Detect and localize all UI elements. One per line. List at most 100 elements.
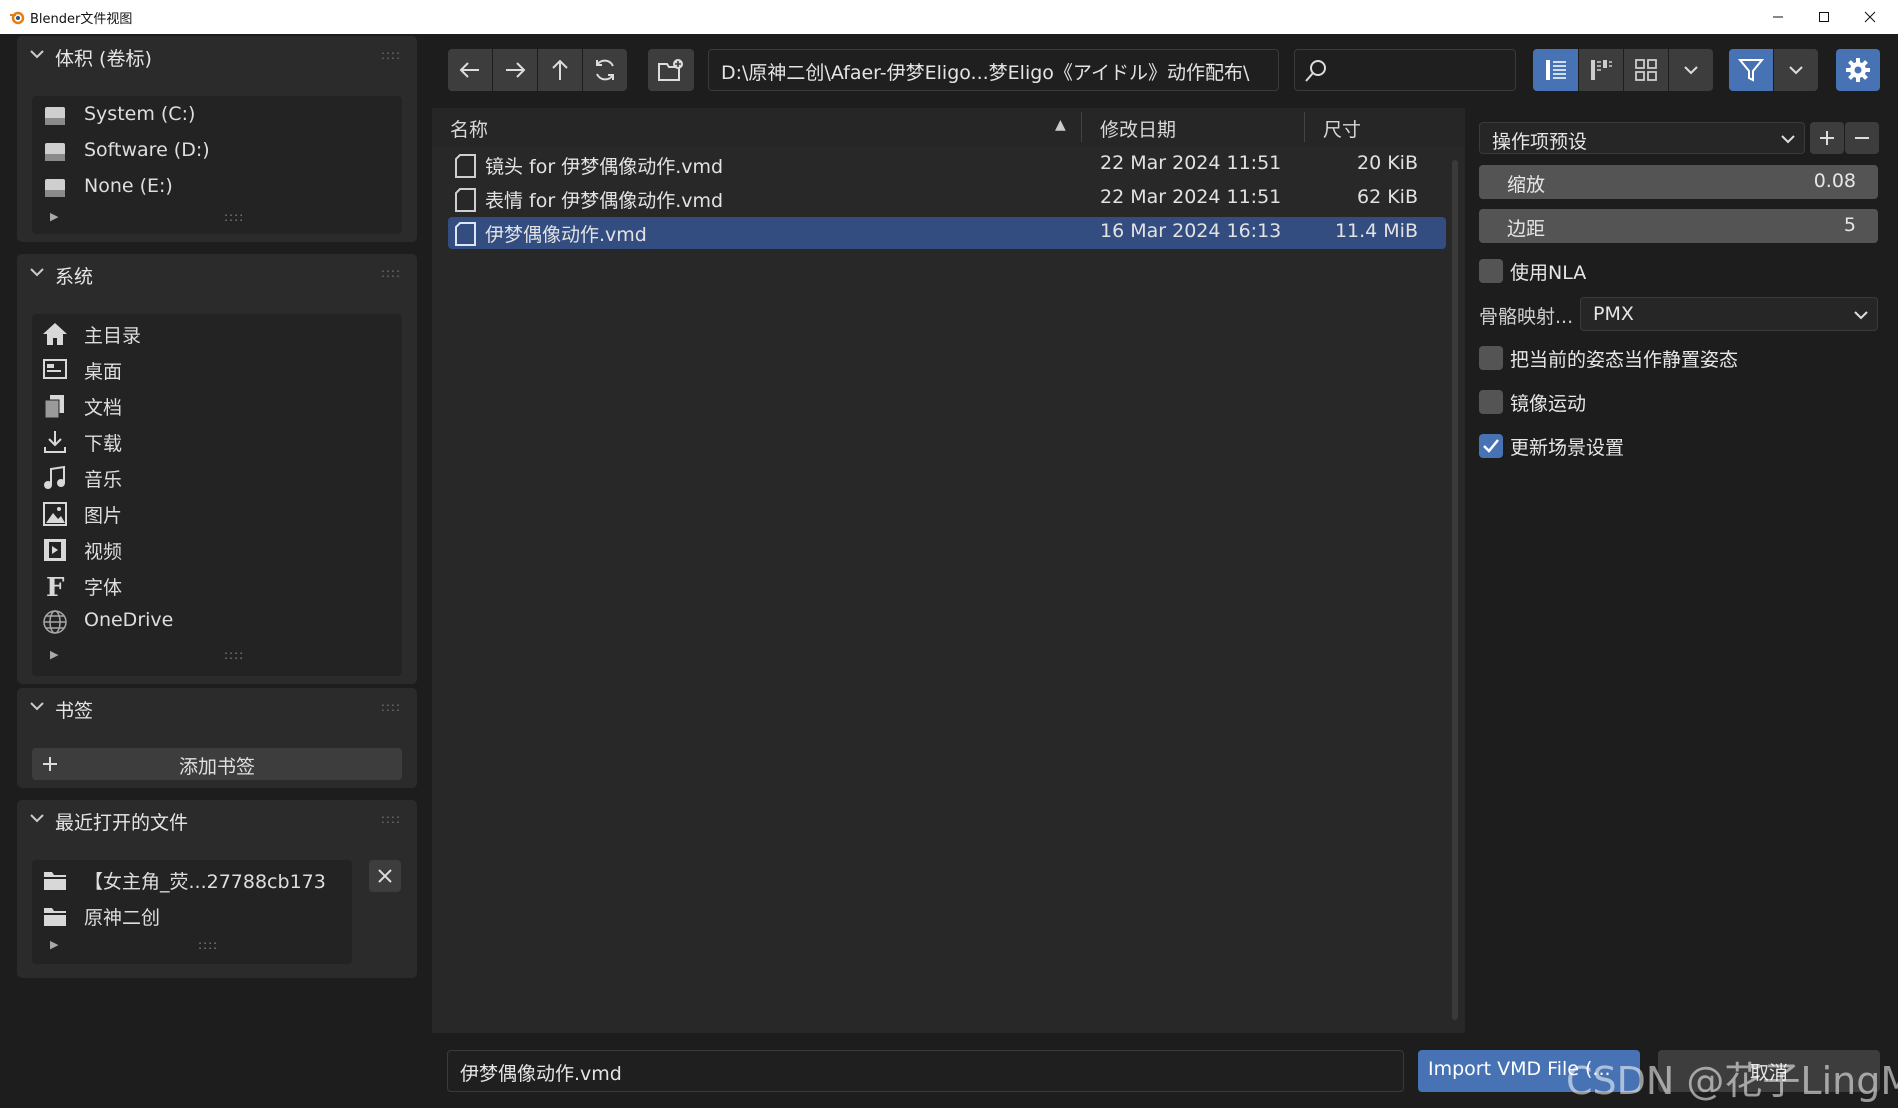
system-item-music[interactable]: 音乐 xyxy=(32,460,402,494)
mirror-motion-checkbox[interactable] xyxy=(1479,390,1503,414)
new-folder-button[interactable] xyxy=(648,49,694,91)
window-title: Blender文件视图 xyxy=(30,12,133,27)
checkmark-icon xyxy=(1483,439,1499,453)
chevron-down-icon xyxy=(1684,66,1698,75)
column-header-size[interactable]: 尺寸 xyxy=(1323,115,1361,153)
blender-logo-icon xyxy=(10,11,25,25)
system-panel-header[interactable]: 系统 :::: xyxy=(17,254,417,294)
minimize-button[interactable] xyxy=(1755,0,1801,34)
drag-grip-icon[interactable]: :::: xyxy=(381,700,401,714)
column-header-date[interactable]: 修改日期 xyxy=(1100,115,1176,153)
system-item-label: 主目录 xyxy=(84,325,142,347)
file-row[interactable]: 镜头 for 伊梦偶像动作.vmd 22 Mar 2024 11:51 20 K… xyxy=(448,149,1446,181)
volume-item-c[interactable]: System (C:) xyxy=(32,98,402,132)
system-item-label: 音乐 xyxy=(84,469,123,491)
update-scene-checkbox[interactable] xyxy=(1479,434,1503,458)
minus-icon xyxy=(1855,137,1869,139)
file-list-scrollbar[interactable] xyxy=(1452,160,1458,1020)
margin-value: 5 xyxy=(1843,214,1856,236)
options-toggle-button[interactable] xyxy=(1836,49,1880,91)
desktop-icon xyxy=(43,359,67,379)
column-divider[interactable] xyxy=(1081,112,1082,142)
expand-triangle-icon[interactable]: ▶ xyxy=(50,938,58,951)
refresh-button[interactable] xyxy=(583,49,627,91)
back-button[interactable] xyxy=(448,49,492,91)
chevron-down-icon xyxy=(30,268,44,277)
add-bookmark-button[interactable]: 添加书签 xyxy=(32,748,402,780)
music-icon xyxy=(44,465,65,489)
filter-icon xyxy=(1737,59,1765,82)
search-input[interactable] xyxy=(1294,49,1516,91)
font-icon: F xyxy=(46,573,65,599)
drag-grip-icon[interactable]: :::: xyxy=(381,812,401,826)
column-divider[interactable] xyxy=(1304,112,1305,142)
horizontal-list-view-button[interactable] xyxy=(1579,49,1623,91)
maximize-button[interactable] xyxy=(1801,0,1847,34)
close-icon xyxy=(1864,11,1876,23)
add-preset-button[interactable] xyxy=(1810,122,1844,154)
parent-directory-button[interactable] xyxy=(538,49,582,91)
filter-settings-dropdown[interactable] xyxy=(1774,49,1818,91)
new-folder-icon xyxy=(658,59,683,81)
filename-input[interactable]: 伊梦偶像动作.vmd xyxy=(447,1050,1404,1092)
clear-recent-button[interactable] xyxy=(369,860,401,892)
system-item-pictures[interactable]: 图片 xyxy=(32,496,402,530)
system-item-documents[interactable]: 文档 xyxy=(32,388,402,422)
margin-field[interactable]: 边距 5 xyxy=(1479,209,1878,243)
bookmarks-panel-header[interactable]: 书签 :::: xyxy=(17,688,417,728)
video-icon xyxy=(44,539,66,561)
system-item-onedrive[interactable]: OneDrive xyxy=(32,604,402,638)
system-item-home[interactable]: 主目录 xyxy=(32,316,402,350)
system-item-label: 文档 xyxy=(84,397,123,419)
drag-grip-icon[interactable]: :::: xyxy=(381,48,401,62)
volume-label: System (C:) xyxy=(84,103,196,125)
system-item-fonts[interactable]: F 字体 xyxy=(32,568,402,602)
filter-toggle-button[interactable] xyxy=(1729,49,1773,91)
display-settings-dropdown[interactable] xyxy=(1669,49,1713,91)
chevron-down-icon xyxy=(1781,135,1795,144)
scale-label: 缩放 xyxy=(1507,174,1546,196)
grid-view-icon xyxy=(1635,59,1657,81)
close-window-button[interactable] xyxy=(1847,0,1893,34)
recent-item[interactable]: 原神二创 xyxy=(32,898,352,932)
resize-grip-icon[interactable]: :::: xyxy=(224,210,244,224)
vertical-list-view-button[interactable] xyxy=(1533,49,1578,91)
system-item-label: 字体 xyxy=(84,577,123,599)
resize-grip-icon[interactable]: :::: xyxy=(198,938,218,952)
thumbnail-view-button[interactable] xyxy=(1624,49,1668,91)
bone-mapper-dropdown[interactable]: PMX xyxy=(1580,297,1878,331)
columns-view-icon xyxy=(1591,60,1612,80)
rest-pose-checkbox[interactable] xyxy=(1479,346,1503,370)
recent-item-label: 原神二创 xyxy=(84,907,161,929)
file-icon xyxy=(455,188,476,212)
file-row[interactable]: 表情 for 伊梦偶像动作.vmd 22 Mar 2024 11:51 62 K… xyxy=(448,183,1446,215)
resize-grip-icon[interactable]: :::: xyxy=(224,648,244,662)
volumes-panel: 体积 (卷标) :::: System (C:) Software (D:) N… xyxy=(17,36,417,242)
scale-value: 0.08 xyxy=(1813,170,1856,192)
file-row-selected[interactable]: 伊梦偶像动作.vmd 16 Mar 2024 16:13 11.4 MiB xyxy=(448,217,1446,249)
volume-label: Software (D:) xyxy=(84,139,210,161)
arrow-left-icon xyxy=(459,62,479,78)
system-item-desktop[interactable]: 桌面 xyxy=(32,352,402,386)
recent-panel-header[interactable]: 最近打开的文件 :::: xyxy=(17,800,417,840)
volumes-panel-header[interactable]: 体积 (卷标) :::: xyxy=(17,36,417,76)
drag-grip-icon[interactable]: :::: xyxy=(381,266,401,280)
chevron-down-icon xyxy=(30,702,44,711)
column-header-name[interactable]: 名称 xyxy=(450,115,488,153)
scale-field[interactable]: 缩放 0.08 xyxy=(1479,165,1878,199)
recent-list: 【女主角_荧...27788cb173 原神二创 ▶ :::: xyxy=(32,860,352,964)
use-nla-checkbox[interactable] xyxy=(1479,259,1503,283)
volume-item-e[interactable]: None (E:) xyxy=(32,170,402,204)
system-item-videos[interactable]: 视频 xyxy=(32,532,402,566)
remove-preset-button[interactable] xyxy=(1845,122,1879,154)
forward-button[interactable] xyxy=(493,49,537,91)
expand-triangle-icon[interactable]: ▶ xyxy=(50,210,58,223)
operator-preset-dropdown[interactable]: 操作项预设 xyxy=(1479,122,1805,154)
volume-item-d[interactable]: Software (D:) xyxy=(32,134,402,168)
expand-triangle-icon[interactable]: ▶ xyxy=(50,648,58,661)
file-size: 62 KiB xyxy=(1357,186,1418,208)
recent-item[interactable]: 【女主角_荧...27788cb173 xyxy=(32,862,352,896)
system-item-downloads[interactable]: 下载 xyxy=(32,424,402,458)
directory-path-field[interactable]: D:\原神二创\Afaer-伊梦Eligo...梦Eligo《アイドル》动作配布… xyxy=(708,49,1279,91)
refresh-icon xyxy=(596,59,614,81)
